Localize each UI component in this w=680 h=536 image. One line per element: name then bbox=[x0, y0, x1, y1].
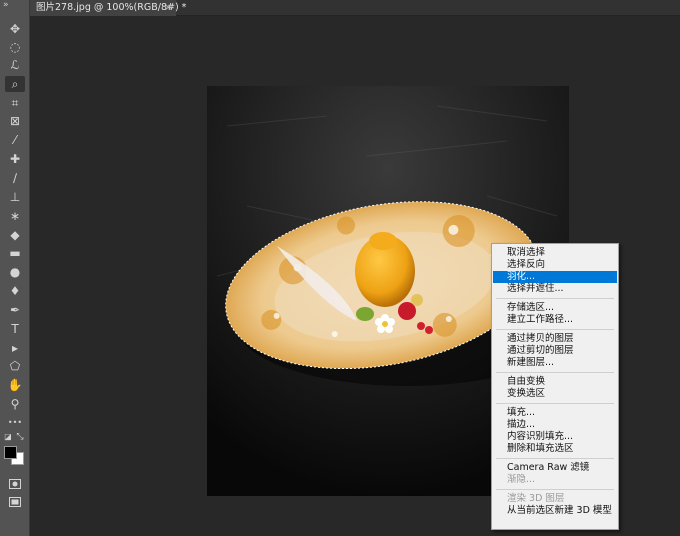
menu-item[interactable]: 内容识别填充... bbox=[493, 431, 617, 443]
menu-item[interactable]: 取消选择 bbox=[493, 247, 617, 259]
move-icon[interactable]: ✥ bbox=[5, 21, 25, 37]
menu-item[interactable]: 变换选区 bbox=[493, 388, 617, 400]
menu-item[interactable]: 选择反向 bbox=[493, 259, 617, 271]
swap-colors-icon[interactable]: ⤡ bbox=[15, 432, 25, 442]
gradient-icon[interactable]: ▬ bbox=[5, 245, 25, 261]
menu-separator bbox=[496, 403, 614, 404]
clone-stamp-icon[interactable]: ⊥ bbox=[5, 189, 25, 205]
menu-item[interactable]: 从当前选区新建 3D 模型 bbox=[493, 505, 617, 517]
menu-item[interactable]: 通过剪切的图层 bbox=[493, 345, 617, 357]
more-tools-icon[interactable]: ••• bbox=[5, 415, 25, 431]
menu-item[interactable]: 建立工作路径... bbox=[493, 314, 617, 326]
menu-item[interactable]: 自由变换 bbox=[493, 376, 617, 388]
type-icon[interactable]: T bbox=[5, 321, 25, 337]
default-colors-icon[interactable]: ◪ bbox=[3, 432, 13, 442]
tools-panel: » ✥ ◌ ℒ ⌕ ⌗ ⊠ ⁄ ✚ ∕ ⊥ ∗ ◆ ▬ ● ♦ ✒ T ▸ ⬠ ✋ ⚲ ••• ◪ ⤡ bbox=[0, 0, 30, 536]
menu-item[interactable]: 删除和填充选区 bbox=[493, 443, 617, 455]
frame-icon[interactable]: ⊠ bbox=[5, 113, 25, 129]
quick-selection-icon[interactable]: ⌕ bbox=[5, 76, 25, 92]
foreground-color-swatch[interactable] bbox=[4, 446, 17, 459]
marquee-icon[interactable]: ◌ bbox=[5, 39, 25, 55]
blur-icon[interactable]: ● bbox=[5, 264, 25, 280]
photoshop-window: » ✥ ◌ ℒ ⌕ ⌗ ⊠ ⁄ ✚ ∕ ⊥ ∗ ◆ ▬ ● ♦ ✒ T ▸ ⬠ ✋ ⚲ ••• ◪ ⤡ 图片278.jpg… bbox=[0, 0, 680, 536]
brush-icon[interactable]: ∕ bbox=[5, 170, 25, 186]
quick-mask-icon[interactable] bbox=[5, 476, 25, 492]
collapse-panel-button[interactable]: » bbox=[0, 0, 30, 12]
menu-item[interactable]: 通过拷贝的图层 bbox=[493, 333, 617, 345]
eyedropper-icon[interactable]: ⁄ bbox=[5, 132, 25, 148]
selection-context-menu: 取消选择 选择反向 羽化... 选择并遮住... 存储选区... 建立工作路径... 通过拷… bbox=[491, 243, 619, 530]
zoom-icon[interactable]: ⚲ bbox=[5, 396, 25, 412]
menu-separator bbox=[496, 458, 614, 459]
eraser-icon[interactable]: ◆ bbox=[5, 227, 25, 243]
close-tab-icon[interactable]: × bbox=[164, 0, 172, 16]
menu-item: 渐隐... bbox=[507, 474, 536, 485]
lasso-icon[interactable]: ℒ bbox=[5, 57, 25, 73]
menu-separator bbox=[496, 489, 614, 490]
menu-separator bbox=[496, 329, 614, 330]
menu-item[interactable]: 新建图层... bbox=[493, 357, 617, 369]
document-tab[interactable]: 图片278.jpg @ 100%(RGB/8#) * × bbox=[30, 0, 186, 16]
shape-icon[interactable]: ⬠ bbox=[5, 358, 25, 374]
menu-item[interactable]: 羽化... bbox=[493, 271, 617, 283]
menu-item: 渲染 3D 图层 bbox=[507, 493, 565, 504]
path-selection-icon[interactable]: ▸ bbox=[5, 340, 25, 356]
menu-item[interactable]: 选择并遮住... bbox=[493, 283, 617, 295]
menu-item[interactable]: Camera Raw 滤镜 bbox=[493, 462, 617, 474]
hand-icon[interactable]: ✋ bbox=[5, 377, 25, 393]
menu-separator bbox=[496, 298, 614, 299]
menu-item[interactable]: 存储选区... bbox=[493, 302, 617, 314]
history-brush-icon[interactable]: ∗ bbox=[5, 208, 25, 224]
menu-separator bbox=[496, 372, 614, 373]
healing-brush-icon[interactable]: ✚ bbox=[5, 151, 25, 167]
menu-item[interactable]: 填充... bbox=[493, 407, 617, 419]
pen-icon[interactable]: ✒ bbox=[5, 302, 25, 318]
screen-mode-icon[interactable] bbox=[5, 494, 25, 510]
dodge-icon[interactable]: ♦ bbox=[5, 283, 25, 299]
document-tab-bar: 图片278.jpg @ 100%(RGB/8#) * × bbox=[30, 0, 680, 16]
crop-icon[interactable]: ⌗ bbox=[5, 95, 25, 111]
menu-item[interactable]: 描边... bbox=[493, 419, 617, 431]
